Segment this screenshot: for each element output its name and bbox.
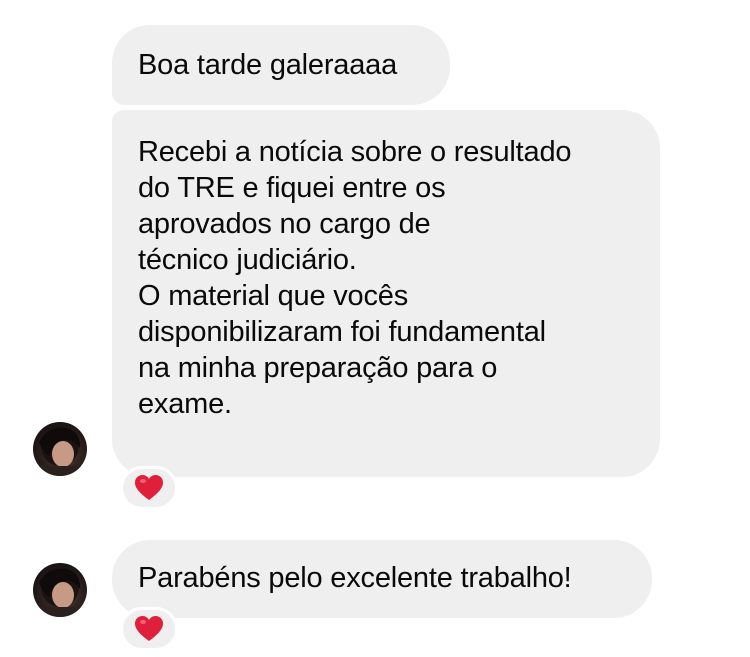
avatar[interactable] [33, 422, 87, 476]
heart-icon [135, 616, 163, 641]
message-text-line: na minha preparação para o [138, 352, 498, 384]
reaction-badge[interactable] [120, 466, 178, 510]
message-text: Parabéns pelo excelente trabalho! [138, 562, 572, 594]
message-bubble[interactable]: Recebi a notícia sobre o resultado do TR… [112, 110, 660, 477]
message-text-line: técnico judiciário. [138, 244, 357, 276]
avatar[interactable] [33, 563, 87, 617]
message-text-line: disponibilizaram foi fundamental [138, 316, 546, 348]
message-text-line: aprovados no cargo de [138, 208, 431, 240]
message-text-line: Recebi a notícia sobre o resultado [138, 136, 572, 168]
reaction-badge[interactable] [120, 607, 178, 651]
message-text-line: do TRE e fiquei entre os [138, 172, 446, 204]
message-text-line: O material que vocês [138, 280, 409, 312]
message-text: Boa tarde galeraaaa [138, 49, 398, 81]
message-text-line: exame. [138, 388, 232, 420]
heart-icon [135, 475, 163, 500]
message-bubble[interactable]: Boa tarde galeraaaa [112, 25, 450, 105]
message-bubble[interactable]: Parabéns pelo excelente trabalho! [112, 540, 652, 618]
